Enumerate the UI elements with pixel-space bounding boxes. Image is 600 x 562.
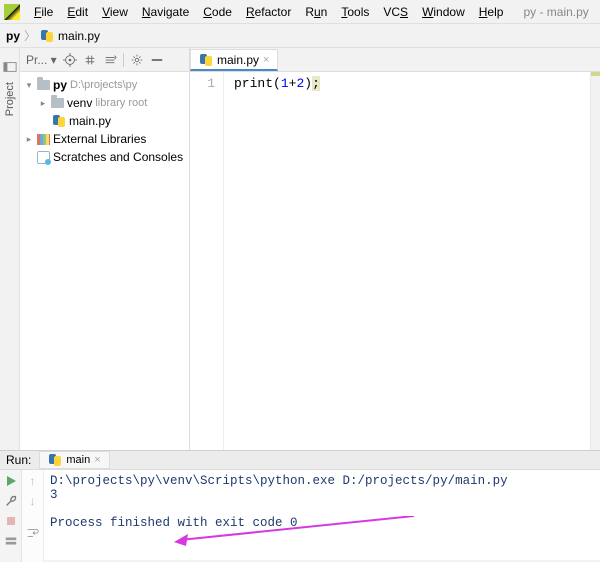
menu-view[interactable]: View [96, 3, 134, 21]
wrench-icon[interactable] [4, 494, 18, 508]
menu-edit[interactable]: Edit [61, 3, 94, 21]
run-output[interactable]: D:\projects\py\venv\Scripts\python.exe D… [44, 470, 600, 562]
tree-root-label: py [53, 78, 67, 92]
arrow-down-icon[interactable]: ↓ [30, 494, 36, 508]
run-nav-gutter: ↑ ↓ [22, 470, 44, 562]
menu-code[interactable]: Code [197, 3, 238, 21]
tree-venv-note: library root [95, 97, 147, 109]
tree-venv-label: venv [67, 96, 92, 110]
chevron-down-icon[interactable]: ▾ [24, 80, 34, 91]
run-cmd: D:\projects\py\venv\Scripts\python.exe D… [50, 474, 508, 488]
python-file-icon [199, 53, 213, 67]
menu-tools[interactable]: Tools [335, 3, 375, 21]
arrow-up-icon[interactable]: ↑ [30, 474, 36, 488]
editor-marker-strip[interactable] [590, 72, 600, 450]
breadcrumb-file[interactable]: main.py [58, 29, 100, 43]
folder-icon [37, 80, 50, 90]
code-semicolon: ; [312, 76, 320, 91]
menu-help[interactable]: Help [473, 3, 510, 21]
run-result: 3 [50, 488, 58, 502]
tree-external-label: External Libraries [53, 132, 146, 146]
warning-marker[interactable] [591, 72, 600, 76]
code-fn: print [234, 76, 273, 91]
project-panel: Pr... ▾ ▾ py D:\projects\py ▸ venv libra… [20, 48, 190, 450]
run-tool-window: Run: main × ↑ ↓ D:\projects\py\venv\Scri… [0, 450, 600, 560]
project-tool-icon[interactable] [3, 60, 17, 74]
tree-root-path: D:\projects\py [70, 79, 137, 91]
project-selector[interactable]: Pr... ▾ [26, 53, 57, 67]
target-icon[interactable] [63, 53, 77, 67]
run-header-label: Run: [6, 453, 31, 467]
gear-icon[interactable] [130, 53, 144, 67]
run-tab-main[interactable]: main × [39, 451, 109, 469]
run-action-gutter [0, 470, 22, 562]
menu-vcs[interactable]: VCS [377, 3, 414, 21]
tree-main-file[interactable]: main.py [20, 112, 189, 130]
editor-area: main.py × 1 print(1+2); [190, 48, 600, 450]
tree-scratches-label: Scratches and Consoles [53, 150, 183, 164]
run-header: Run: main × [0, 451, 600, 470]
tree-external-libs[interactable]: ▸ External Libraries [20, 130, 189, 148]
tree-scratches[interactable]: Scratches and Consoles [20, 148, 189, 166]
libraries-icon [37, 134, 50, 145]
line-number: 1 [190, 76, 215, 91]
chevron-right-icon[interactable]: ▸ [38, 98, 48, 109]
editor-tabs: main.py × [190, 48, 600, 72]
project-toolbar: Pr... ▾ [20, 48, 189, 72]
tree-venv[interactable]: ▸ venv library root [20, 94, 189, 112]
breadcrumb: py 〉 main.py [0, 24, 600, 48]
app-icon [4, 4, 20, 20]
code-area[interactable]: print(1+2); [224, 72, 590, 450]
run-exit: Process finished with exit code 0 [50, 516, 298, 530]
python-file-icon [48, 453, 62, 467]
run-tab-label: main [66, 454, 90, 466]
stop-icon[interactable] [4, 514, 18, 528]
menu-window[interactable]: Window [416, 3, 471, 21]
chevron-right-icon[interactable]: ▸ [24, 134, 34, 145]
window-title: py - main.py [523, 5, 588, 19]
python-file-icon [52, 114, 66, 128]
menu-run[interactable]: Run [299, 3, 333, 21]
project-tool-tab[interactable]: Project [4, 78, 16, 120]
collapse-all-icon[interactable] [103, 53, 117, 67]
editor-tab-main[interactable]: main.py × [190, 49, 278, 71]
editor-body[interactable]: 1 print(1+2); [190, 72, 600, 450]
code-n1: 1 [281, 76, 289, 91]
hide-icon[interactable] [150, 53, 164, 67]
close-icon[interactable]: × [94, 454, 100, 466]
tool-window-stripe: Project [0, 48, 20, 450]
tree-main-label: main.py [69, 114, 111, 128]
menu-navigate[interactable]: Navigate [136, 3, 195, 21]
menu-bar: File Edit View Navigate Code Refactor Ru… [0, 0, 600, 24]
project-tree[interactable]: ▾ py D:\projects\py ▸ venv library root … [20, 72, 189, 450]
menu-file[interactable]: File [28, 3, 59, 21]
breadcrumb-separator-icon: 〉 [24, 27, 36, 44]
folder-icon [51, 98, 64, 108]
breadcrumb-root[interactable]: py [6, 29, 20, 43]
run-icon[interactable] [4, 474, 18, 488]
close-icon[interactable]: × [263, 54, 269, 66]
scratches-icon [37, 151, 50, 164]
tree-root[interactable]: ▾ py D:\projects\py [20, 76, 189, 94]
soft-wrap-icon[interactable] [26, 526, 40, 540]
python-file-icon [40, 29, 54, 43]
menu-refactor[interactable]: Refactor [240, 3, 297, 21]
expand-all-icon[interactable] [83, 53, 97, 67]
editor-gutter: 1 [190, 72, 224, 450]
layout-icon[interactable] [4, 534, 18, 548]
editor-tab-label: main.py [217, 53, 259, 67]
